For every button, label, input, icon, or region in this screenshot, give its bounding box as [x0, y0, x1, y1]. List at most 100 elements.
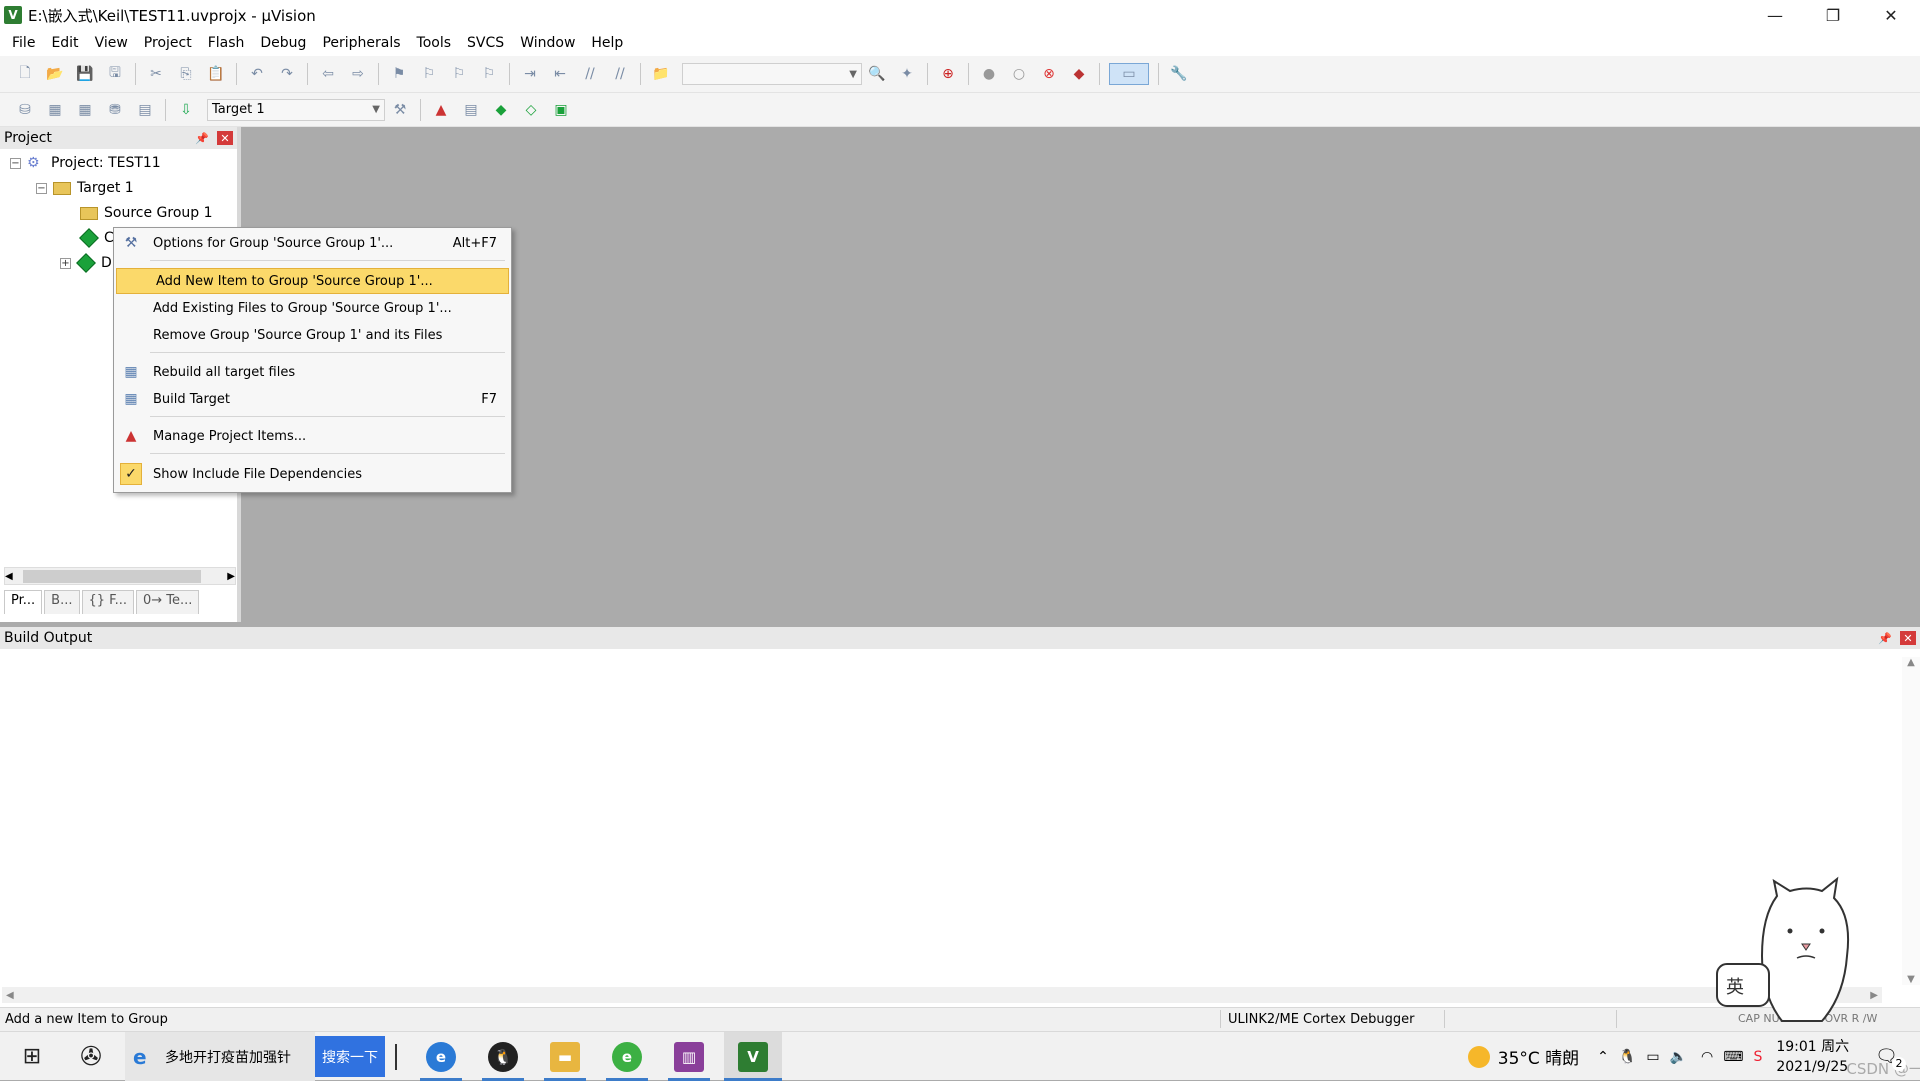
translate-icon[interactable]: ⛁: [14, 99, 36, 121]
battery-icon[interactable]: ▭: [1646, 1049, 1659, 1065]
disable-breakpoint-icon[interactable]: ○: [1008, 63, 1030, 85]
tab-templates[interactable]: 0→ Te...: [135, 590, 200, 614]
tree-node-project[interactable]: − ⚙ Project: TEST11: [10, 153, 161, 173]
clock[interactable]: 19:01 周六 2021/9/25 CSDN @一号: [1776, 1037, 1920, 1078]
pack-installer-icon[interactable]: ▣: [550, 99, 572, 121]
menu-help[interactable]: Help: [583, 30, 631, 56]
vertical-scrollbar[interactable]: ▲ ▼: [1902, 657, 1920, 985]
scroll-left-icon[interactable]: ◀: [6, 990, 14, 1001]
scroll-up-icon[interactable]: ▲: [1907, 657, 1915, 668]
menu-project[interactable]: Project: [136, 30, 200, 56]
tree-node-target[interactable]: − Target 1: [36, 178, 134, 198]
kill-breakpoints-icon[interactable]: ⊗: [1038, 63, 1060, 85]
tree-node-source-group[interactable]: Source Group 1: [80, 203, 213, 223]
volume-icon[interactable]: 🔈: [1670, 1049, 1687, 1065]
paste-icon[interactable]: 📋: [205, 63, 227, 85]
scroll-down-icon[interactable]: ▼: [1907, 974, 1915, 985]
menu-debug[interactable]: Debug: [252, 30, 314, 56]
target-options-icon[interactable]: ⚒: [389, 99, 411, 121]
taskbar-explorer-app[interactable]: ▬: [540, 1032, 590, 1081]
search-button[interactable]: 搜索一下: [315, 1036, 385, 1077]
unindent-icon[interactable]: ⇤: [549, 63, 571, 85]
minimize-button[interactable]: —: [1746, 0, 1804, 30]
tree-node-item-1[interactable]: C: [79, 228, 114, 248]
taskbar-winrar-app[interactable]: ▥: [664, 1032, 714, 1081]
copy-icon[interactable]: ⎘: [175, 63, 197, 85]
wifi-icon[interactable]: ◠: [1701, 1049, 1713, 1065]
navigate-forward-icon[interactable]: ⇨: [347, 63, 369, 85]
chevron-up-icon[interactable]: ⌃: [1597, 1049, 1609, 1065]
find-combo[interactable]: ▼: [682, 63, 862, 85]
scroll-thumb[interactable]: [23, 570, 201, 583]
build-icon[interactable]: ▦: [44, 99, 66, 121]
pin-icon[interactable]: 📌: [195, 132, 209, 145]
keyboard-icon[interactable]: ⌨: [1723, 1049, 1743, 1065]
menu-flash[interactable]: Flash: [200, 30, 253, 56]
menu-item-manage-project-items[interactable]: ▲ Manage Project Items...: [114, 423, 511, 449]
debug-session-icon[interactable]: ⊕: [937, 63, 959, 85]
rebuild-icon[interactable]: ▦: [74, 99, 96, 121]
restore-button[interactable]: ❐: [1804, 0, 1862, 30]
menu-view[interactable]: View: [87, 30, 136, 56]
horizontal-scrollbar[interactable]: ◀ ▶: [4, 567, 236, 585]
menu-tools[interactable]: Tools: [409, 30, 460, 56]
manage-rte-icon[interactable]: ◆: [490, 99, 512, 121]
taskbar-keil-app[interactable]: V: [724, 1032, 782, 1081]
close-icon[interactable]: ✕: [217, 131, 233, 145]
collapse-icon[interactable]: −: [36, 182, 47, 194]
incremental-find-icon[interactable]: ✦: [896, 63, 918, 85]
wrench-icon[interactable]: 🔧: [1168, 63, 1190, 85]
start-button[interactable]: ⊞: [10, 1032, 54, 1081]
task-view-button[interactable]: ✇: [66, 1032, 116, 1081]
manage-project-items-icon[interactable]: ▲: [430, 99, 452, 121]
menu-svcs[interactable]: SVCS: [459, 30, 512, 56]
uncomment-icon[interactable]: //: [609, 63, 631, 85]
scroll-right-icon[interactable]: ▶: [227, 571, 235, 582]
cut-icon[interactable]: ✂: [145, 63, 167, 85]
tab-books[interactable]: B...: [44, 590, 80, 614]
undo-icon[interactable]: ↶: [246, 63, 268, 85]
weather-text[interactable]: 35°C 晴朗: [1498, 1044, 1579, 1069]
config-icon[interactable]: ◆: [1068, 63, 1090, 85]
select-software-packs-icon[interactable]: ◇: [520, 99, 542, 121]
batch-build-icon[interactable]: ⛃: [104, 99, 126, 121]
bookmark-next-icon[interactable]: ⚐: [448, 63, 470, 85]
taskbar-qq-app[interactable]: 🐧: [478, 1032, 528, 1081]
menu-file[interactable]: File: [4, 30, 43, 56]
menu-item-options-for-group[interactable]: ⚒ Options for Group 'Source Group 1'... …: [114, 230, 511, 256]
download-load-icon[interactable]: ⇩: [175, 99, 197, 121]
menu-item-add-new-item[interactable]: Add New Item to Group 'Source Group 1'..…: [116, 268, 509, 294]
taskbar-360-browser-app[interactable]: e: [602, 1032, 652, 1081]
indent-icon[interactable]: ⇥: [519, 63, 541, 85]
save-all-icon[interactable]: 🖫: [104, 63, 126, 85]
find-in-files-icon[interactable]: 📁: [650, 63, 672, 85]
save-icon[interactable]: 💾: [74, 63, 96, 85]
comment-icon[interactable]: //: [579, 63, 601, 85]
new-file-icon[interactable]: 🗋: [14, 63, 36, 85]
pin-icon[interactable]: 📌: [1878, 632, 1892, 645]
expand-icon[interactable]: +: [60, 257, 71, 269]
taskbar-ie-app[interactable]: e: [416, 1032, 466, 1081]
manage-multi-project-icon[interactable]: ▤: [460, 99, 482, 121]
sogou-ime-icon[interactable]: S: [1753, 1049, 1762, 1065]
bookmark-clear-icon[interactable]: ⚐: [478, 63, 500, 85]
menu-window[interactable]: Window: [512, 30, 583, 56]
bookmark-icon[interactable]: ⚑: [388, 63, 410, 85]
menu-edit[interactable]: Edit: [43, 30, 86, 56]
qq-tray-icon[interactable]: 🐧: [1619, 1049, 1636, 1065]
target-select[interactable]: Target 1 ▼: [207, 98, 385, 121]
menu-item-show-include-dependencies[interactable]: ✓ Show Include File Dependencies: [114, 461, 511, 487]
horizontal-scrollbar[interactable]: ◀ ▶: [2, 987, 1882, 1003]
stop-build-icon[interactable]: ▤: [134, 99, 156, 121]
bookmark-prev-icon[interactable]: ⚐: [418, 63, 440, 85]
notification-icon[interactable]: 🗨 2: [1875, 1046, 1906, 1071]
navigate-back-icon[interactable]: ⇦: [317, 63, 339, 85]
menu-peripherals[interactable]: Peripherals: [314, 30, 408, 56]
close-icon[interactable]: ✕: [1900, 631, 1916, 645]
close-button[interactable]: ✕: [1862, 0, 1920, 30]
tree-node-item-2[interactable]: + D: [60, 253, 112, 273]
open-file-icon[interactable]: 📂: [44, 63, 66, 85]
redo-icon[interactable]: ↷: [276, 63, 298, 85]
menu-item-build-target[interactable]: ▦ Build Target F7: [114, 386, 511, 412]
tab-functions[interactable]: {} F...: [81, 590, 134, 614]
